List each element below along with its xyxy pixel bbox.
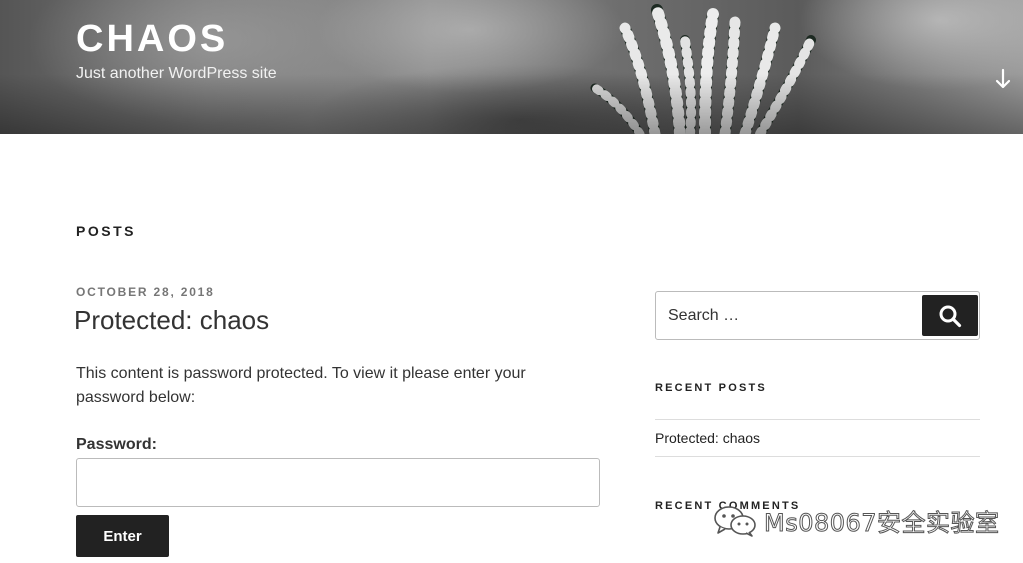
search-input[interactable]: [657, 293, 939, 338]
recent-posts-title: RECENT POSTS: [655, 382, 767, 394]
search-button[interactable]: [922, 295, 978, 336]
site-title[interactable]: CHAOS: [76, 18, 228, 61]
password-protected-notice: This content is password protected. To v…: [76, 365, 526, 406]
page-title: POSTS: [76, 223, 136, 239]
post-date[interactable]: OCTOBER 28, 2018: [76, 285, 215, 299]
recent-post-link[interactable]: Protected: chaos: [655, 430, 760, 446]
search-form: [655, 291, 980, 340]
password-label: Password:: [76, 436, 157, 453]
header-shade: [0, 74, 1023, 134]
site-header: CHAOS Just another WordPress site: [0, 0, 1023, 134]
scroll-down-arrow-icon[interactable]: [990, 66, 1016, 92]
wechat-icon: [714, 505, 756, 537]
site-description: Just another WordPress site: [76, 65, 277, 82]
post-title[interactable]: Protected: chaos: [74, 305, 269, 336]
search-icon: [939, 305, 962, 327]
watermark-text: Ms08067安全实验室: [764, 509, 1000, 538]
list-item: Protected: chaos: [655, 420, 980, 457]
enter-button[interactable]: Enter: [76, 515, 169, 557]
password-field[interactable]: [76, 458, 600, 507]
watermark: Ms08067安全实验室: [712, 503, 1000, 538]
recent-posts-list: Protected: chaos: [655, 419, 980, 457]
